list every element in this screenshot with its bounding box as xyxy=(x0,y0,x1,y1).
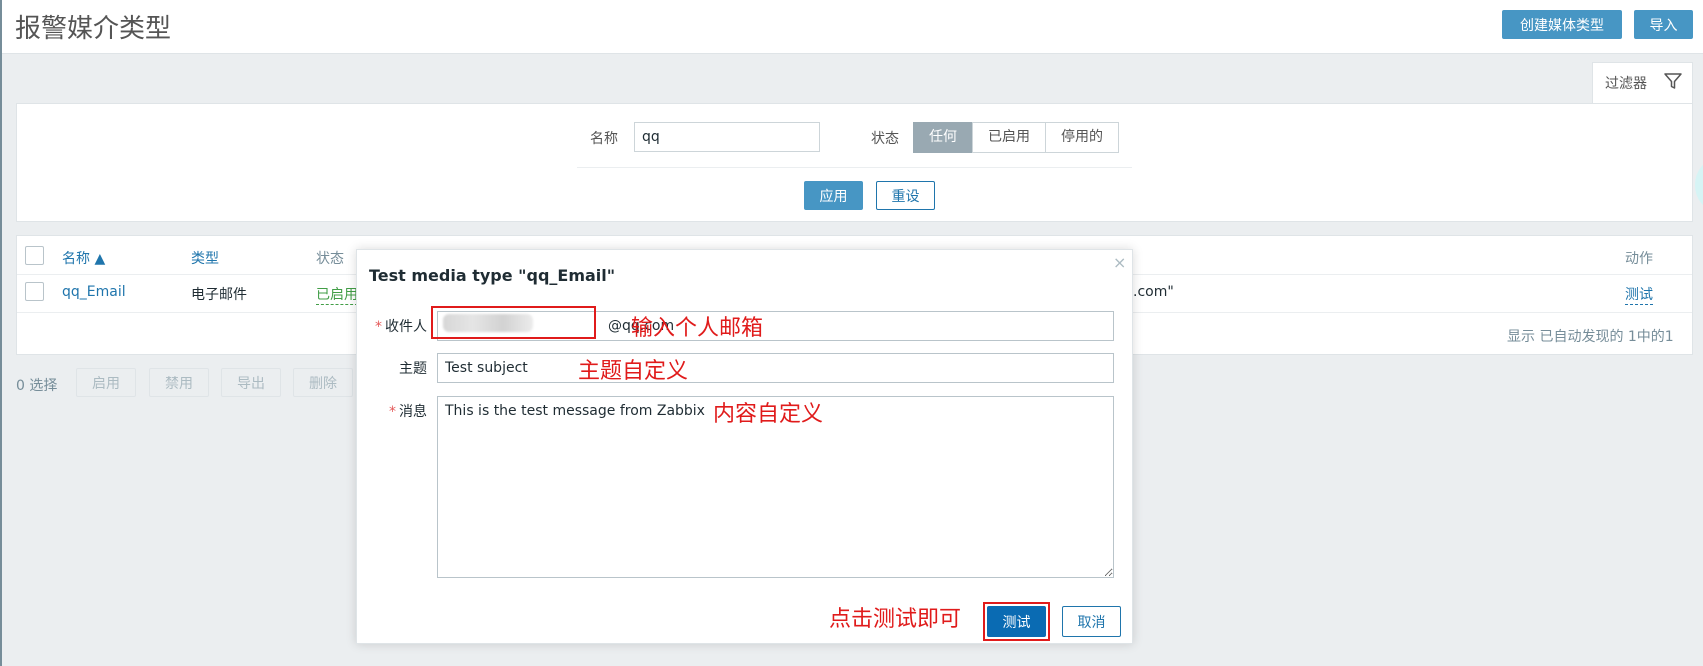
message-label: * 消息 xyxy=(367,401,427,421)
row-checkbox[interactable] xyxy=(25,282,44,301)
filter-tab-label: 过滤器 xyxy=(1605,76,1647,92)
row-status-link[interactable]: 已启用 xyxy=(316,284,358,305)
column-header-name[interactable]: 名称 ▲ xyxy=(62,248,105,268)
required-mark: * xyxy=(375,319,382,335)
row-name-link[interactable]: qq_Email xyxy=(62,284,126,300)
filter-icon xyxy=(1664,73,1682,89)
filter-panel: 名称 状态 任何 已启用 停用的 应用 重设 xyxy=(16,103,1693,222)
cancel-button[interactable]: 取消 xyxy=(1062,606,1121,637)
disable-button[interactable]: 禁用 xyxy=(149,368,209,397)
annotation-message: 内容自定义 xyxy=(713,402,824,427)
annotation-test: 点击测试即可 xyxy=(829,607,962,632)
apply-button[interactable]: 应用 xyxy=(804,181,863,210)
status-option-disabled[interactable]: 停用的 xyxy=(1045,122,1119,153)
annotation-box-test-button xyxy=(983,602,1050,641)
create-media-type-button[interactable]: 创建媒体类型 xyxy=(1502,10,1622,39)
select-all-checkbox[interactable] xyxy=(25,246,44,265)
delete-button[interactable]: 删除 xyxy=(293,368,353,397)
message-label-text: 消息 xyxy=(399,404,427,420)
recipient-label-text: 收件人 xyxy=(385,319,427,335)
column-header-status: 状态 xyxy=(316,251,344,267)
subject-input[interactable] xyxy=(437,353,1114,383)
page-header: 报警媒介类型 创建媒体类型 导入 xyxy=(2,0,1703,54)
subject-label: 主题 xyxy=(399,361,427,377)
filter-status-label: 状态 xyxy=(871,131,899,147)
required-mark: * xyxy=(389,404,396,420)
status-option-any[interactable]: 任何 xyxy=(913,122,973,153)
filter-tab[interactable]: 过滤器 xyxy=(1592,62,1693,104)
filter-name-input[interactable] xyxy=(634,122,820,152)
edge-decoration xyxy=(1695,160,1703,210)
selected-count: 0 选择 xyxy=(16,378,58,394)
annotation-subject: 主题自定义 xyxy=(578,359,689,384)
column-header-action: 动作 xyxy=(1625,251,1653,267)
status-option-enabled[interactable]: 已启用 xyxy=(972,122,1046,153)
row-test-link[interactable]: 测试 xyxy=(1625,284,1653,305)
row-type: 电子邮件 xyxy=(191,287,247,303)
table-footer: 显示 已自动发现的 1中的1 xyxy=(1507,329,1674,345)
annotation-recipient: 输入个人邮箱 xyxy=(631,316,764,341)
column-header-type[interactable]: 类型 xyxy=(191,248,219,268)
dialog-title: Test media type "qq_Email" xyxy=(369,266,616,285)
page: 报警媒介类型 创建媒体类型 导入 过滤器 名称 状态 任何 已启用 停用的 应用… xyxy=(0,0,1703,666)
row-details: .com" xyxy=(1133,284,1174,300)
import-button[interactable]: 导入 xyxy=(1634,10,1693,39)
close-icon[interactable]: × xyxy=(1113,253,1126,272)
reset-button[interactable]: 重设 xyxy=(876,181,935,210)
export-button[interactable]: 导出 xyxy=(221,368,281,397)
recipient-label: * 收件人 xyxy=(367,316,427,336)
filter-divider xyxy=(577,167,1132,168)
annotation-box-recipient xyxy=(431,306,596,339)
page-title: 报警媒介类型 xyxy=(15,14,172,44)
enable-button[interactable]: 启用 xyxy=(76,368,136,397)
test-media-type-dialog: Test media type "qq_Email" × *收件人 主题 *消息… xyxy=(356,249,1133,644)
filter-name-label: 名称 xyxy=(590,131,618,147)
